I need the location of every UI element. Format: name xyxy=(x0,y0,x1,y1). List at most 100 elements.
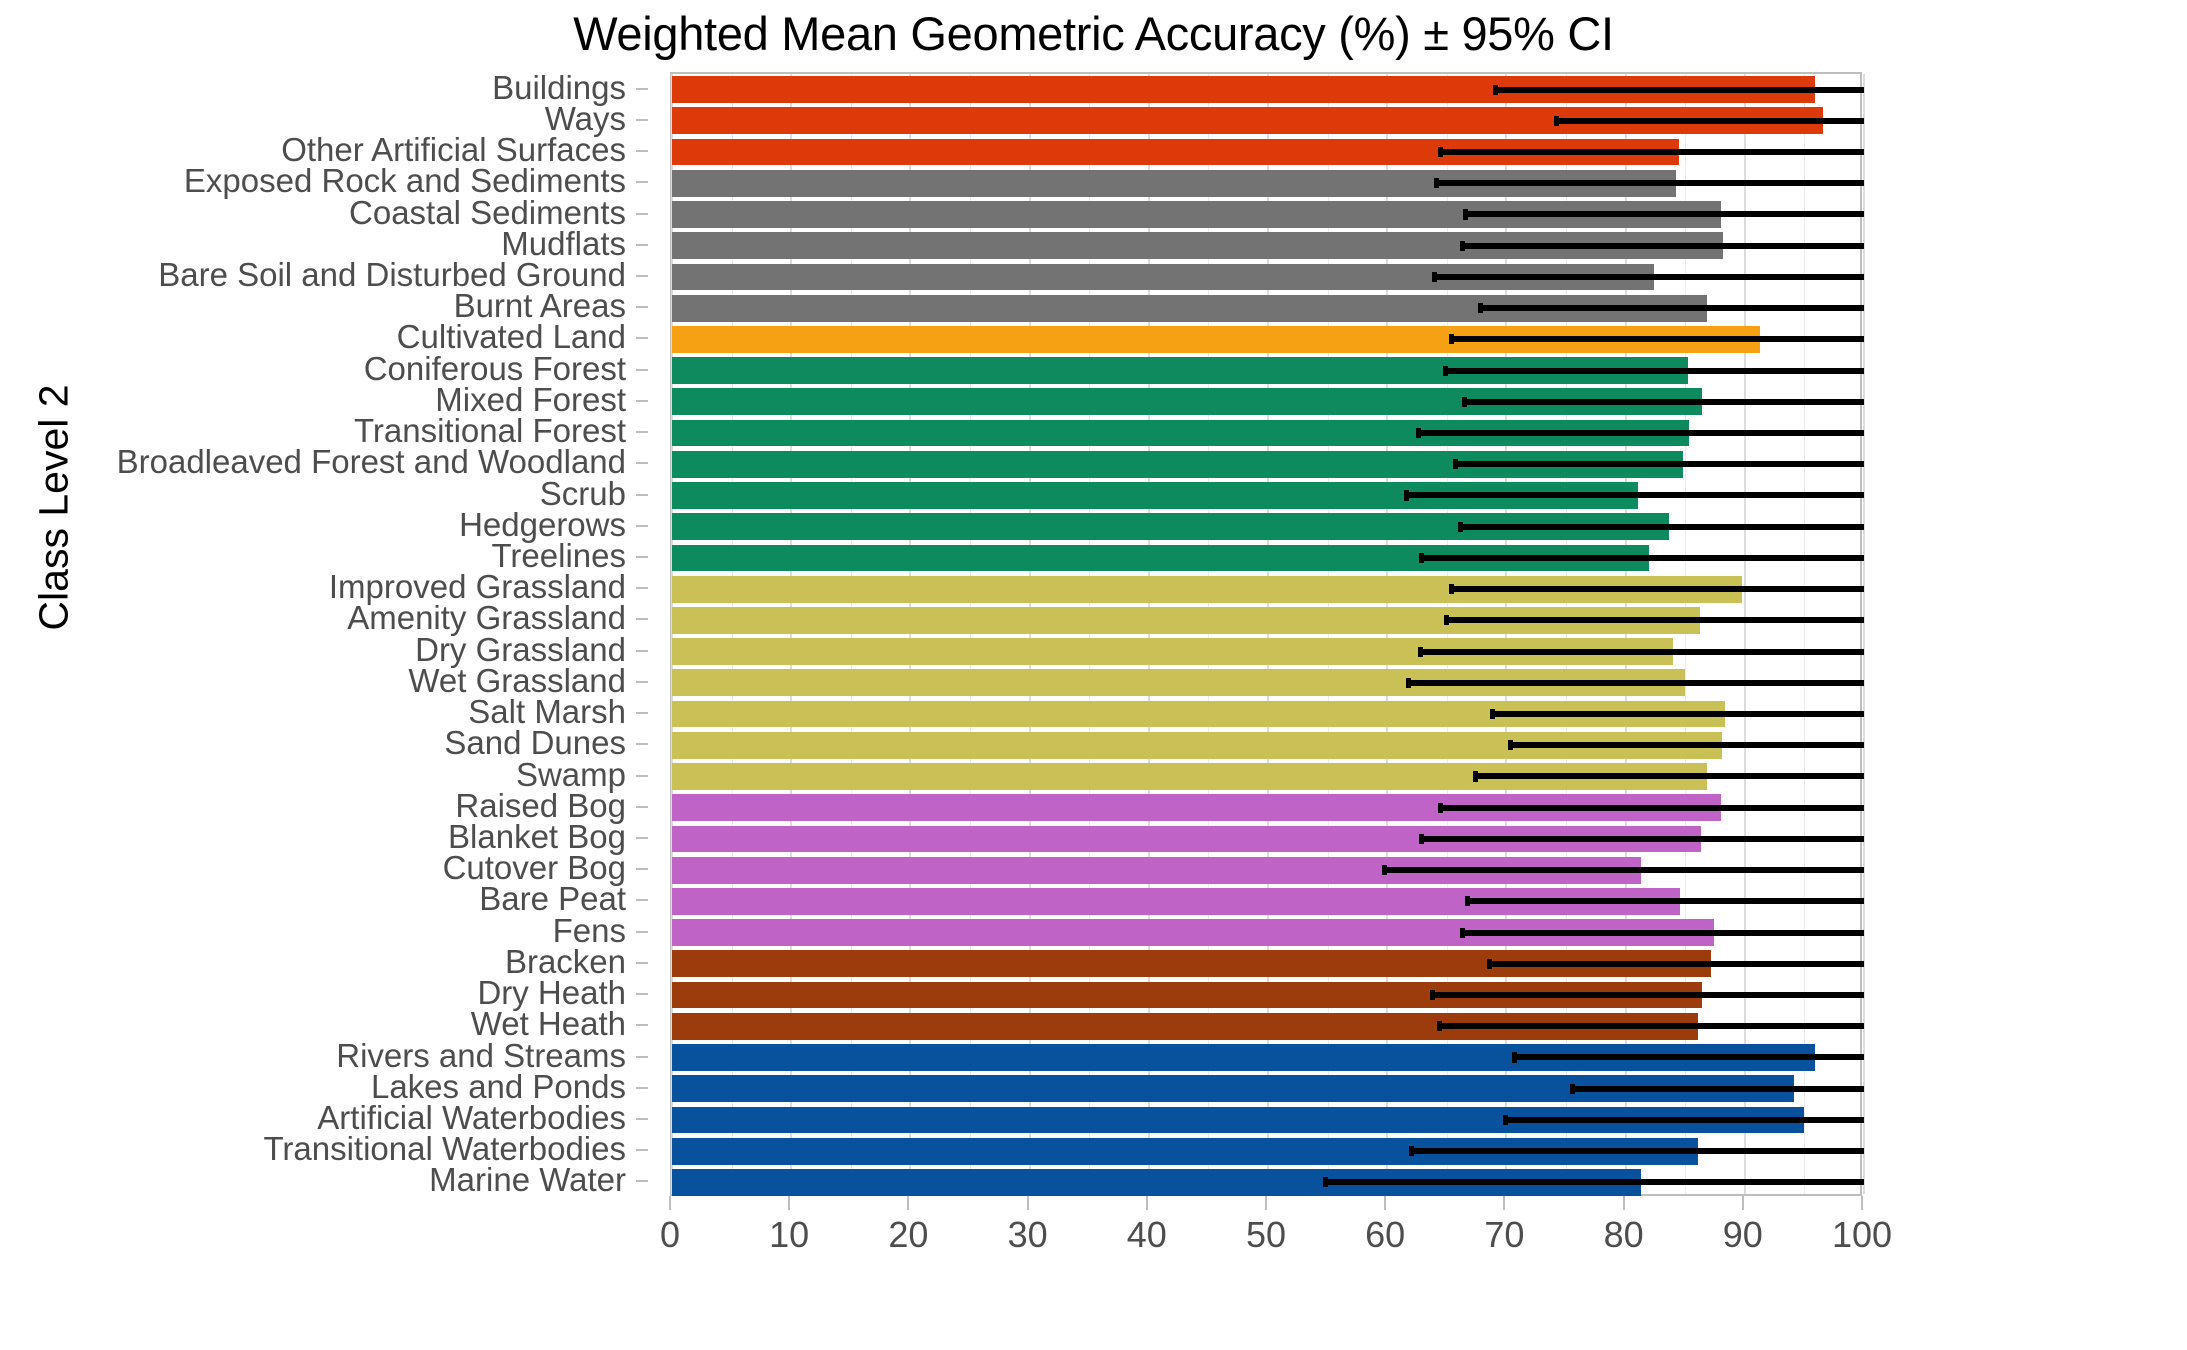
error-bar-cap-lower xyxy=(1477,303,1483,314)
error-bar-cap-lower xyxy=(1449,584,1455,595)
y-axis-tick-mark xyxy=(636,930,648,933)
bar-row[interactable] xyxy=(672,482,1864,509)
y-axis-tick-label: Raised Bog xyxy=(455,786,626,824)
error-bar xyxy=(1419,835,1864,842)
bar-row[interactable] xyxy=(672,544,1864,572)
bar-row[interactable] xyxy=(672,1137,1864,1165)
bar-row[interactable] xyxy=(672,201,1864,228)
error-bar xyxy=(1512,1054,1864,1061)
bar-row[interactable] xyxy=(672,263,1864,291)
bar-row[interactable] xyxy=(672,1168,1864,1196)
y-axis-tick-mark xyxy=(636,680,648,683)
error-bar xyxy=(1449,586,1864,593)
y-axis-tick-mark xyxy=(636,87,648,90)
error-bar-cap-lower xyxy=(1419,552,1425,564)
bar-row[interactable] xyxy=(672,294,1864,322)
bar-row[interactable] xyxy=(672,981,1864,1009)
bar-row[interactable] xyxy=(672,794,1864,822)
bar-row[interactable] xyxy=(672,731,1864,759)
bar-row[interactable] xyxy=(672,1075,1864,1103)
bar-row[interactable] xyxy=(672,919,1864,947)
x-axis-tick-label: 30 xyxy=(1007,1214,1048,1255)
error-bar-cap-lower xyxy=(1487,958,1493,969)
bar-row[interactable] xyxy=(672,638,1864,666)
y-axis-tick-mark xyxy=(636,337,648,340)
bar-row[interactable] xyxy=(672,232,1864,260)
y-axis-tick-label: Artificial Waterbodies xyxy=(317,1098,626,1136)
bar-row[interactable] xyxy=(672,325,1864,353)
bar-row[interactable] xyxy=(672,1012,1864,1040)
bar-row[interactable] xyxy=(672,513,1864,541)
error-bar-cap-lower xyxy=(1457,521,1463,532)
error-bar xyxy=(1449,336,1864,343)
y-axis-tick-label: Amenity Grassland xyxy=(347,599,626,637)
y-axis-tick-label: Exposed Rock and Sediments xyxy=(183,162,626,200)
error-bar-cap-lower xyxy=(1433,178,1439,189)
error-bar-cap-lower xyxy=(1569,1083,1575,1094)
error-bar-cap-lower xyxy=(1419,833,1425,845)
bar-row[interactable] xyxy=(672,606,1864,634)
bar-row[interactable] xyxy=(672,575,1864,603)
y-axis-tick-label: Broadleaved Forest and Woodland xyxy=(116,443,626,481)
y-axis-tick-label: Salt Marsh xyxy=(468,693,626,731)
y-axis-tick-label: Mixed Forest xyxy=(435,380,626,418)
error-bar-cap-lower xyxy=(1452,459,1458,470)
y-axis-tick-label: Coniferous Forest xyxy=(363,349,626,387)
bar-row[interactable] xyxy=(672,357,1864,385)
y-axis-tick-mark xyxy=(636,274,648,277)
bar-row[interactable] xyxy=(672,107,1864,135)
bar-row[interactable] xyxy=(672,169,1864,197)
bar-row[interactable] xyxy=(672,1106,1864,1134)
bar-row[interactable] xyxy=(672,856,1864,884)
error-bar xyxy=(1489,711,1864,718)
y-axis-tick-mark xyxy=(636,493,648,496)
x-axis-tick-mark xyxy=(1265,1196,1267,1210)
y-axis-tick-mark xyxy=(636,1055,648,1058)
error-bar xyxy=(1477,305,1864,312)
bar-row[interactable] xyxy=(672,825,1864,853)
bar-row[interactable] xyxy=(672,763,1864,790)
y-axis-tick-label: Wet Heath xyxy=(470,1005,626,1043)
error-bar xyxy=(1322,1179,1864,1186)
error-bar xyxy=(1415,430,1864,437)
error-bar-cap-lower xyxy=(1443,365,1449,376)
error-bar-cap-lower xyxy=(1459,240,1465,251)
y-axis-tick-mark xyxy=(636,399,648,402)
y-axis-tick-label: Swamp xyxy=(515,755,626,793)
x-axis-tick-label: 50 xyxy=(1245,1214,1287,1255)
x-axis-tick-mark xyxy=(1384,1196,1387,1210)
bar-row[interactable] xyxy=(672,950,1864,978)
error-bar-cap-lower xyxy=(1489,708,1495,720)
y-axis-tick-mark xyxy=(636,1117,648,1120)
error-bar xyxy=(1430,992,1864,999)
y-axis-tick-mark xyxy=(636,1024,648,1027)
y-axis-tick-mark xyxy=(636,118,648,121)
x-axis-tick-labels: 0 10 20 30 40 50 60 70 80 90 100 xyxy=(660,1214,1892,1264)
error-bar xyxy=(1452,461,1864,468)
bar-row[interactable] xyxy=(672,669,1864,697)
error-bar xyxy=(1382,867,1864,874)
y-axis-tick-mark xyxy=(636,243,648,246)
error-bar xyxy=(1569,1085,1864,1092)
bar-row[interactable] xyxy=(672,419,1864,447)
y-axis-tick-label: Burnt Areas xyxy=(453,287,626,325)
y-axis-tick-label: Bare Peat xyxy=(479,880,626,918)
error-bar-cap-lower xyxy=(1502,1114,1508,1126)
y-axis-tick-label: Wet Grassland xyxy=(408,661,626,699)
bar-row[interactable] xyxy=(672,388,1864,416)
error-bar-cap-lower xyxy=(1432,271,1438,283)
error-bar xyxy=(1507,742,1864,749)
bar-row[interactable] xyxy=(672,76,1864,104)
y-axis-tick-mark xyxy=(636,993,648,996)
y-axis-tick-label: Rivers and Streams xyxy=(336,1036,626,1074)
bar-row[interactable] xyxy=(672,138,1864,166)
bar-row[interactable] xyxy=(672,700,1864,728)
bar-row[interactable] xyxy=(672,887,1864,915)
y-axis-tick-mark xyxy=(636,743,648,746)
x-axis-tick-mark xyxy=(1861,1196,1863,1210)
bar-row[interactable] xyxy=(672,1044,1864,1071)
error-bar-cap-lower xyxy=(1507,740,1513,751)
y-axis-tick-mark xyxy=(636,1180,648,1183)
bar-row[interactable] xyxy=(672,450,1864,478)
y-axis-tick-label: Bare Soil and Disturbed Ground xyxy=(158,255,626,293)
